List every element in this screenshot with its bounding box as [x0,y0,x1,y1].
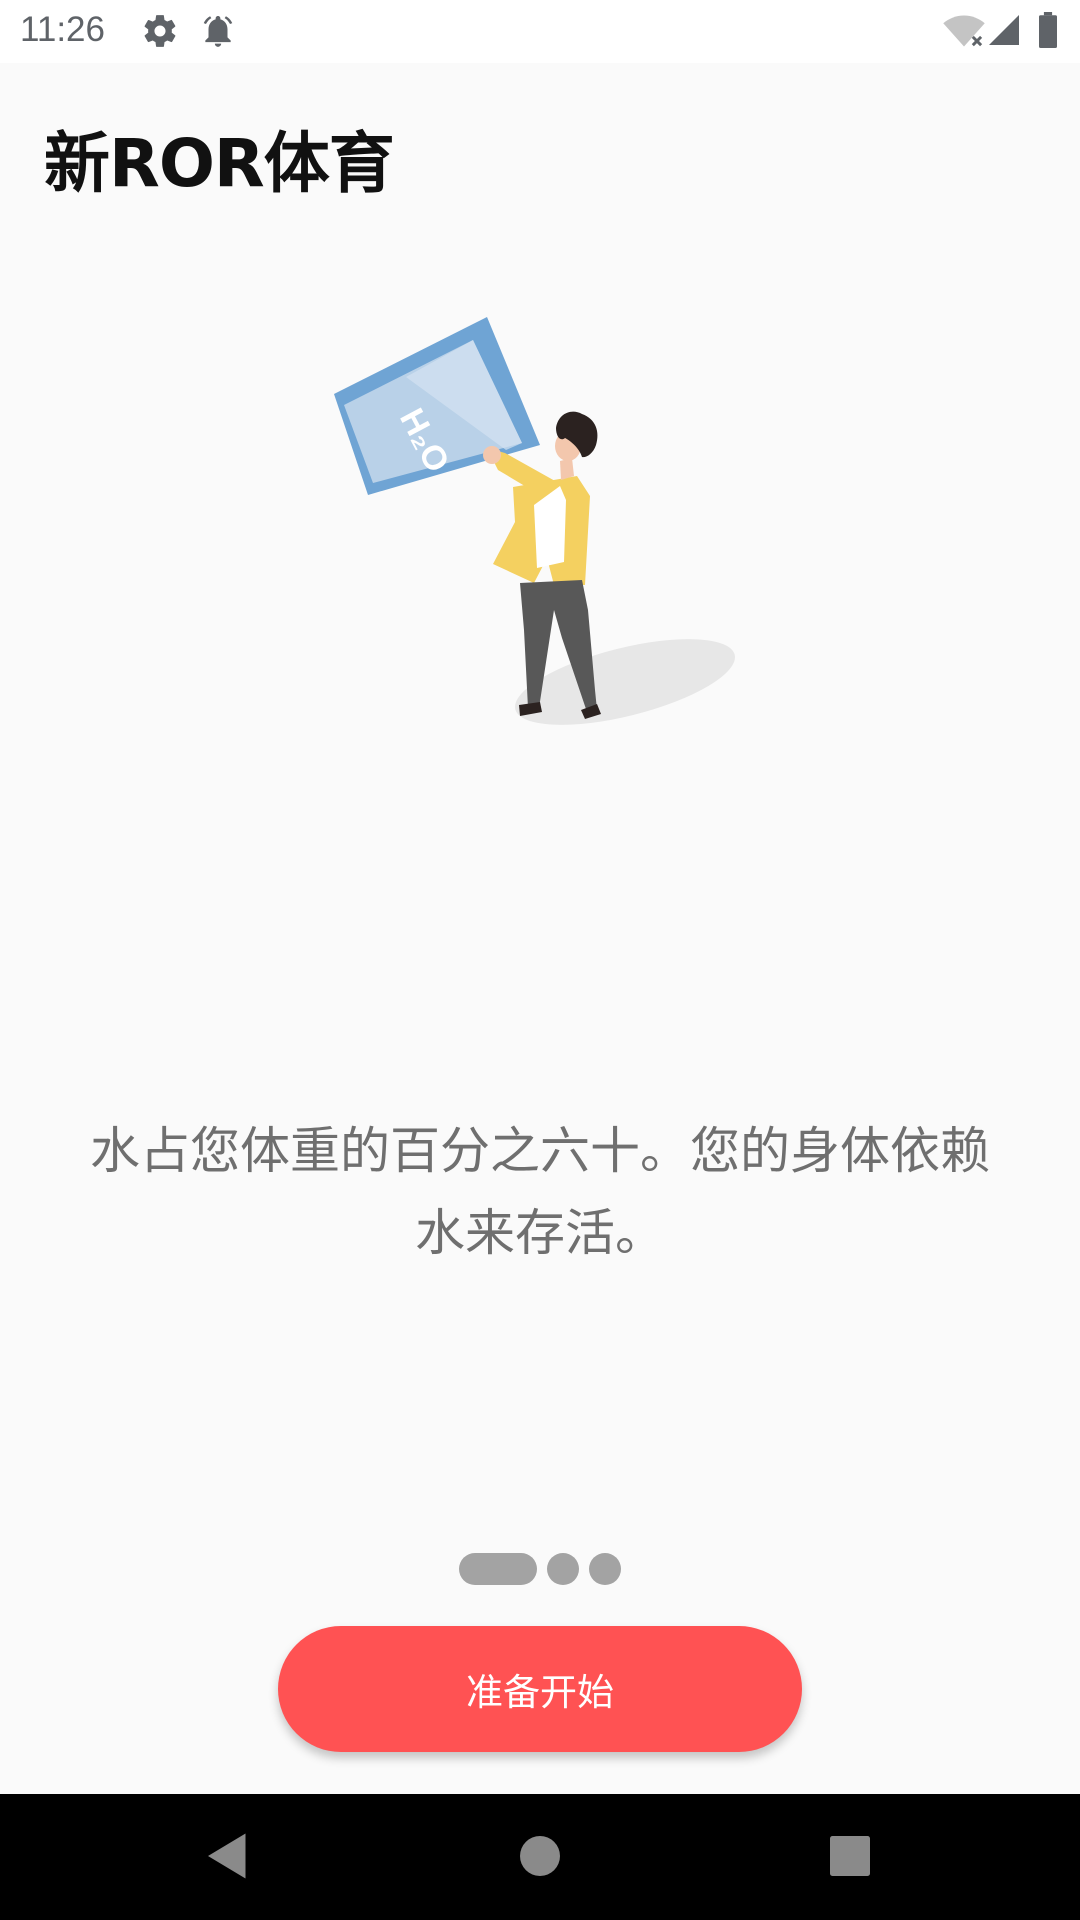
signal-icon [989,15,1019,45]
page-indicator-dot [589,1553,621,1585]
alarm-icon [203,15,233,47]
status-time: 11:26 [20,10,105,49]
home-icon[interactable] [510,1826,570,1886]
status-bar: 11:26 [0,0,1080,63]
settings-icon [144,15,176,47]
page-indicator-dot [547,1553,579,1585]
page-indicator [0,1553,1080,1585]
onboarding-message: 水占您体重的百分之六十。您的身体依赖水来存活。 [90,1122,990,1262]
page-indicator-dot-active [459,1553,537,1585]
battery-icon [1039,12,1057,48]
back-icon[interactable] [198,1826,258,1886]
water-drinking-illustration: H₂O [334,317,735,725]
navigation-bar [0,1794,1080,1920]
get-started-button[interactable]: 准备开始 [278,1626,802,1752]
app-title: 新ROR体育 [44,125,395,202]
wifi-icon [943,15,985,47]
recents-icon[interactable] [820,1826,880,1886]
